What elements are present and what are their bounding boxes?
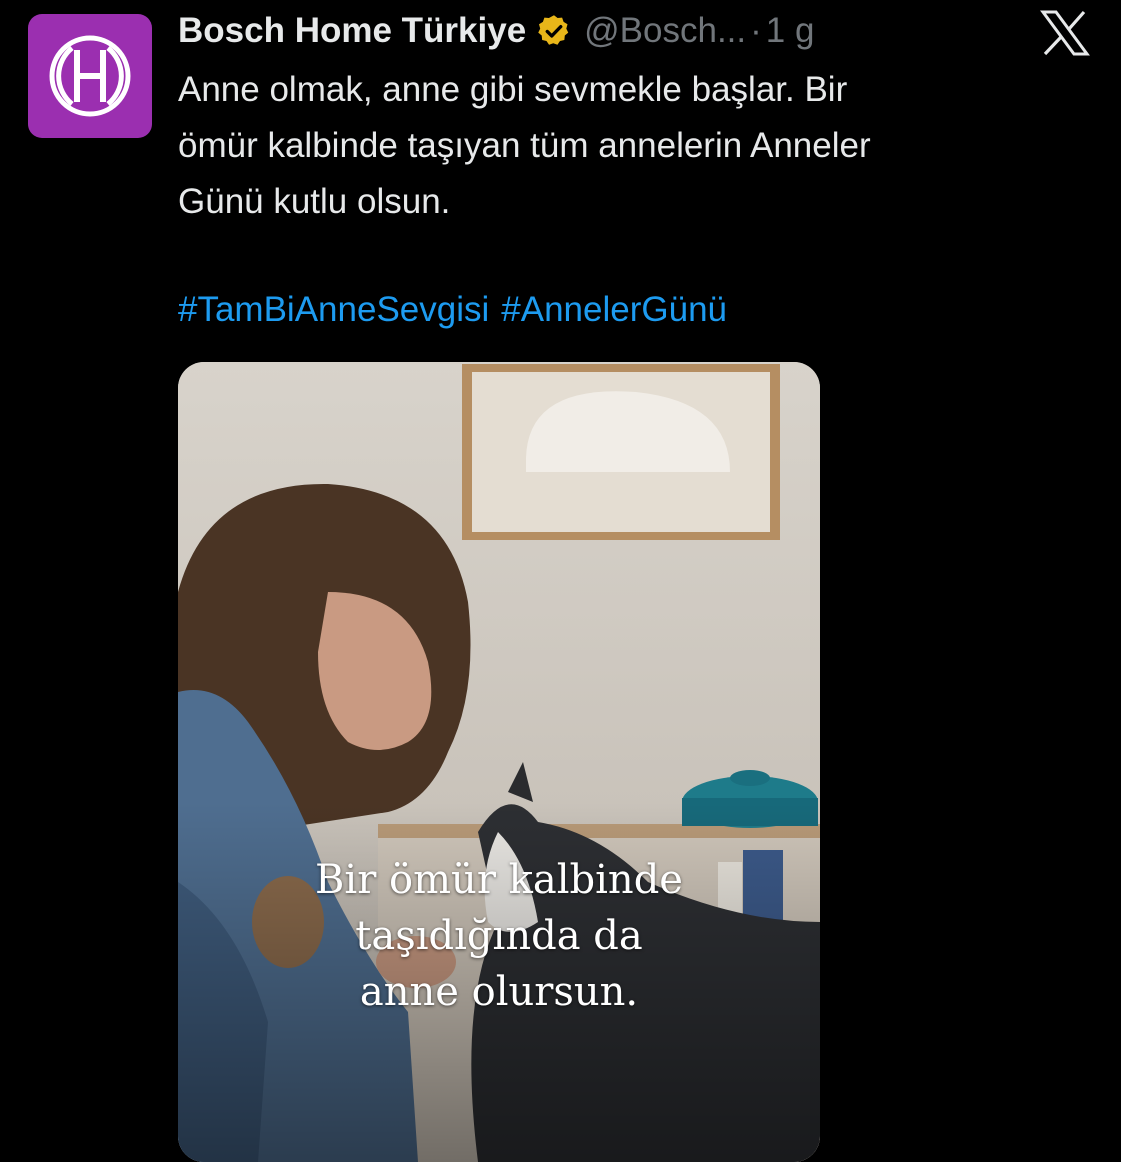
tweet-card: Bosch Home Türkiye @Bosch... · 1 g Anne … [0,0,1121,1162]
caption-line: anne olursun. [359,969,639,1015]
video-still-image [178,362,820,1162]
tweet-text: Anne olmak, anne gibi sevmekle başlar. B… [178,62,1078,230]
bosch-logo-icon [49,35,131,117]
tweet-text-line: Günü kutlu olsun. [178,182,451,221]
avatar[interactable] [28,14,152,138]
video-caption: Bir ömür kalbinde taşıdığında da anne ol… [178,852,820,1020]
x-logo-icon [1040,10,1090,56]
tweet-media[interactable]: Bir ömür kalbinde taşıdığında da anne ol… [178,362,820,1162]
separator-dot: · [750,11,762,50]
verified-badge-icon [538,15,569,45]
timestamp[interactable]: 1 g [766,11,815,51]
hashtags: #TamBiAnneSevgisi #AnnelerGünü [178,282,739,338]
display-name[interactable]: Bosch Home Türkiye [178,11,526,51]
tweet-text-line: Anne olmak, anne gibi sevmekle başlar. B… [178,70,848,109]
handle[interactable]: @Bosch... [584,11,746,51]
hashtag-link[interactable]: #AnnelerGünü [501,290,727,329]
caption-line: Bir ömür kalbinde [315,857,683,903]
tweet-header: Bosch Home Türkiye @Bosch... · 1 g [178,8,814,54]
hashtag-link[interactable]: #TamBiAnneSevgisi [178,290,489,329]
caption-line: taşıdığında da [355,913,643,959]
tweet-text-line: ömür kalbinde taşıyan tüm annelerin Anne… [178,126,871,165]
